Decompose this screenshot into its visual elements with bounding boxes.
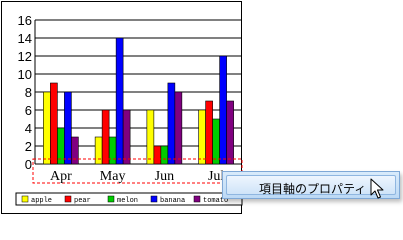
bar-tomato[interactable] [226,100,234,165]
y-tick-label: 14 [18,31,32,46]
category-axis[interactable]: Apr May Jun Jul [50,169,224,184]
y-tick-label: 4 [25,121,32,136]
bar-apple[interactable] [43,91,51,165]
y-tick-label: 8 [25,85,32,100]
legend-label-apple: apple [31,197,52,205]
chart-frame[interactable]: 0 2 4 6 8 10 12 14 16 Apr May Jun Jul apple pear melo… [1,1,243,215]
bar-pear[interactable] [101,109,110,165]
legend-swatch-banana [150,195,158,203]
bar-pear[interactable] [205,100,213,165]
legend-swatch-apple [21,195,29,203]
bar-tomato[interactable] [122,109,131,165]
bar-melon[interactable] [160,145,169,165]
bar-banana[interactable] [64,91,72,165]
bar-banana[interactable] [167,82,176,165]
bar-melon[interactable] [108,136,117,165]
category-label: Apr [50,169,72,184]
y-tick-label: 16 [18,13,32,28]
legend-swatch-tomato [193,195,201,203]
legend-label-banana: banana [160,197,185,205]
bars[interactable] [43,37,234,165]
bar-apple[interactable] [146,109,155,165]
bar-tomato[interactable] [71,136,79,165]
legend-label-pear: pear [74,197,91,205]
y-tick-label: 2 [25,139,32,154]
legend[interactable]: apple pear melon banana tomato [15,192,243,206]
y-tick-label: 10 [18,67,32,82]
menu-item-label: 項目軸のプロパティ [259,182,367,196]
bar-melon[interactable] [212,118,220,165]
legend-swatch-melon [107,195,115,203]
bar-chart[interactable]: 0246810121416 Apr May Jun Jul apple pear melo… [2,2,243,215]
legend-swatch-pear [64,195,72,203]
category-label: Jun [155,169,174,184]
y-tick-label: 6 [25,103,32,118]
mouse-pointer-icon [370,178,384,199]
bar-pear[interactable] [50,82,58,165]
bar-apple[interactable] [198,109,206,165]
bar-pear[interactable] [153,145,162,165]
bar-tomato[interactable] [174,91,183,165]
value-axis[interactable]: 0 2 4 6 8 10 12 14 16 [18,13,36,172]
legend-label-melon: melon [117,197,138,205]
bar-banana[interactable] [115,37,124,165]
y-tick-label: 12 [18,49,32,64]
bar-banana[interactable] [219,55,227,165]
category-label: May [100,169,126,184]
bar-apple[interactable] [94,136,103,165]
y-tick-label: 0 [25,157,32,172]
